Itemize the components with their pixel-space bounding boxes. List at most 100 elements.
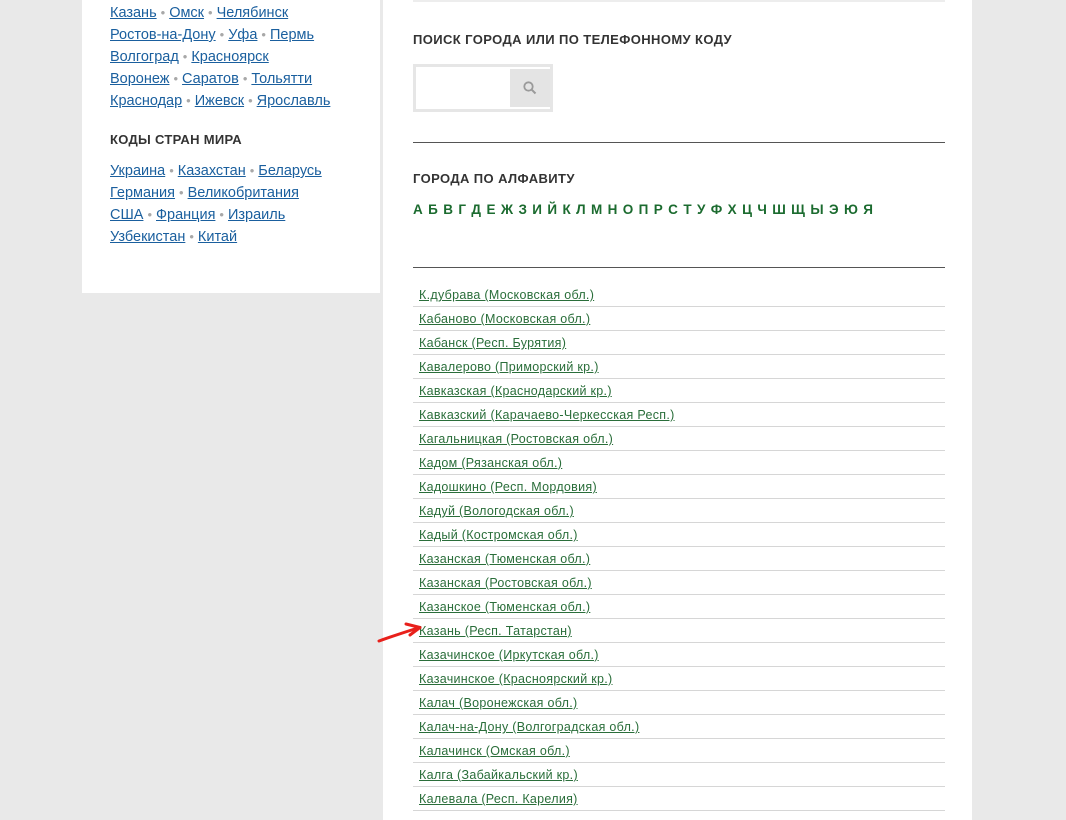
city-row: Краснодар • Ижевск • Ярославль (110, 90, 370, 112)
city-list-link[interactable]: Кавказская (Краснодарский кр.) (419, 384, 612, 398)
country-row: Узбекистан • Китай (110, 226, 370, 248)
search-box (413, 64, 553, 112)
sidebar-content: Нижний Новгород•СамараКазань•Омск•Челяби… (110, 0, 370, 248)
city-link[interactable]: Челябинск (217, 5, 289, 21)
city-list-link[interactable]: Кабанск (Респ. Бурятия) (419, 336, 566, 350)
city-list-link[interactable]: Калач (Воронежская обл.) (419, 696, 578, 710)
list-item: Калач (Воронежская обл.) (413, 691, 945, 715)
city-list-link[interactable]: Кабаново (Московская обл.) (419, 312, 590, 326)
city-link[interactable]: Красноярск (191, 49, 268, 65)
country-link[interactable]: Израиль (228, 207, 285, 223)
popular-cities: Нижний Новгород•СамараКазань•Омск•Челяби… (110, 0, 370, 112)
list-item: Кадуй (Вологодская обл.) (413, 499, 945, 523)
city-list-link[interactable]: Казанская (Тюменская обл.) (419, 552, 590, 566)
letter-link[interactable]: Ю (844, 200, 858, 220)
city-list-link[interactable]: Кадошкино (Респ. Мордовия) (419, 480, 597, 494)
city-list-link[interactable]: Кадом (Рязанская обл.) (419, 456, 562, 470)
city-list-link[interactable]: Кавалерово (Приморский кр.) (419, 360, 599, 374)
city-list-link[interactable]: Казачинское (Иркутская обл.) (419, 648, 599, 662)
letter-link[interactable]: Х (728, 200, 737, 220)
city-list-link[interactable]: Калга (Забайкальский кр.) (419, 768, 578, 782)
letter-link[interactable]: Ц (742, 200, 752, 220)
letter-link[interactable]: П (639, 200, 649, 220)
city-list-link[interactable]: Калачинск (Омская обл.) (419, 744, 570, 758)
city-row: Казань • Омск • Челябинск (110, 2, 370, 24)
letter-link[interactable]: Ф (711, 200, 723, 220)
city-list-link[interactable]: Калач-на-Дону (Волгоградская обл.) (419, 720, 639, 734)
sidebar-panel: Нижний Новгород•СамараКазань•Омск•Челяби… (82, 0, 380, 293)
city-list-link[interactable]: Кадуй (Вологодская обл.) (419, 504, 574, 518)
letter-link[interactable]: В (443, 200, 453, 220)
search-button[interactable] (510, 69, 550, 107)
letter-link[interactable]: З (518, 200, 527, 220)
list-item: Казачинское (Иркутская обл.) (413, 643, 945, 667)
list-item: Кавказский (Карачаево-Черкесская Респ.) (413, 403, 945, 427)
letter-link[interactable]: Ж (501, 200, 513, 220)
letter-link[interactable]: Й (547, 200, 557, 220)
list-item: Казанская (Ростовская обл.) (413, 571, 945, 595)
city-link[interactable]: Ярославль (257, 93, 331, 109)
city-list-link[interactable]: Казанская (Ростовская обл.) (419, 576, 592, 590)
letter-link[interactable]: Л (576, 200, 586, 220)
list-item: Казанское (Тюменская обл.) (413, 595, 945, 619)
city-list-link[interactable]: Казанское (Тюменская обл.) (419, 600, 590, 614)
country-link[interactable]: Франция (156, 207, 215, 223)
alphabet-index: АБВГДЕЖЗИЙКЛМНОПРСТУФХЦЧШЩЫЭЮЯ (413, 200, 945, 220)
city-list-link[interactable]: Казань (Респ. Татарстан) (419, 624, 572, 638)
city-link[interactable]: Краснодар (110, 93, 182, 109)
letter-link[interactable]: Е (486, 200, 495, 220)
bullet-separator: • (189, 229, 194, 244)
city-list-link[interactable]: Кавказский (Карачаево-Черкесская Респ.) (419, 408, 675, 422)
country-link[interactable]: Великобритания (188, 185, 299, 201)
list-item: Кадый (Костромская обл.) (413, 523, 945, 547)
letter-link[interactable]: Б (428, 200, 438, 220)
country-link[interactable]: Китай (198, 229, 237, 245)
city-link[interactable]: Ростов-на-Дону (110, 27, 216, 43)
letter-link[interactable]: И (532, 200, 542, 220)
city-link[interactable]: Ижевск (195, 93, 244, 109)
search-input[interactable] (416, 67, 509, 109)
letter-link[interactable]: Э (829, 200, 839, 220)
country-link[interactable]: Украина (110, 163, 165, 179)
letter-link[interactable]: Т (683, 200, 691, 220)
city-link[interactable]: Омск (169, 5, 204, 21)
letter-link[interactable]: Ч (757, 200, 767, 220)
city-link[interactable]: Уфа (228, 27, 257, 43)
country-link[interactable]: Беларусь (258, 163, 321, 179)
city-list-link[interactable]: Кагальницкая (Ростовская обл.) (419, 432, 613, 446)
city-link[interactable]: Пермь (270, 27, 314, 43)
letter-link[interactable]: М (591, 200, 602, 220)
city-link[interactable]: Волгоград (110, 49, 179, 65)
city-link[interactable]: Саратов (182, 71, 239, 87)
country-link[interactable]: США (110, 207, 143, 223)
country-link[interactable]: Казахстан (178, 163, 246, 179)
list-item: Кабанск (Респ. Бурятия) (413, 331, 945, 355)
letter-link[interactable]: Я (863, 200, 873, 220)
list-item: Кадошкино (Респ. Мордовия) (413, 475, 945, 499)
letter-link[interactable]: Ш (772, 200, 786, 220)
country-row: Германия • Великобритания (110, 182, 370, 204)
letter-link[interactable]: Ы (810, 200, 823, 220)
country-link[interactable]: Германия (110, 185, 175, 201)
country-link[interactable]: Узбекистан (110, 229, 185, 245)
letter-link[interactable]: Г (458, 200, 466, 220)
bullet-separator: • (219, 207, 224, 222)
letter-link[interactable]: Р (654, 200, 663, 220)
bullet-separator: • (169, 163, 174, 178)
letter-link[interactable]: А (413, 200, 423, 220)
city-row: Волгоград • Красноярск (110, 46, 370, 68)
city-list-link[interactable]: Казачинское (Красноярский кр.) (419, 672, 613, 686)
city-link[interactable]: Тольятти (251, 71, 312, 87)
letter-link[interactable]: С (668, 200, 678, 220)
letter-link[interactable]: Щ (791, 200, 805, 220)
city-link[interactable]: Воронеж (110, 71, 169, 87)
city-link[interactable]: Казань (110, 5, 157, 21)
letter-link[interactable]: Н (608, 200, 618, 220)
letter-link[interactable]: К (562, 200, 570, 220)
letter-link[interactable]: О (623, 200, 634, 220)
letter-link[interactable]: Д (471, 200, 481, 220)
bullet-separator: • (248, 93, 253, 108)
letter-link[interactable]: У (697, 200, 706, 220)
city-list-link[interactable]: Кадый (Костромская обл.) (419, 528, 578, 542)
city-list-link[interactable]: К.дубрава (Московская обл.) (419, 288, 594, 302)
